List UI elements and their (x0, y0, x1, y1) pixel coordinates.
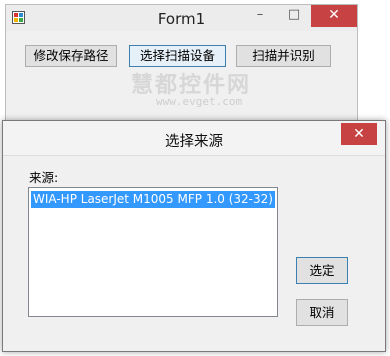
select-source-dialog: 选择来源 ✕ 来源: WIA-HP LaserJet M1005 MFP 1.0… (2, 120, 386, 352)
dialog-title: 选择来源 (165, 134, 223, 150)
select-scan-device-button[interactable]: 选择扫描设备 (129, 45, 226, 67)
dialog-titlebar[interactable]: 选择来源 ✕ (3, 121, 385, 156)
minimize-button[interactable]: – (245, 5, 275, 27)
source-label: 来源: (29, 170, 59, 185)
maximize-button[interactable]: □ (279, 5, 309, 27)
source-list-item[interactable]: WIA-HP LaserJet M1005 MFP 1.0 (32-32) (31, 191, 275, 208)
modify-save-path-button[interactable]: 修改保存路径 (25, 45, 117, 67)
dialog-close-button[interactable]: ✕ (341, 123, 377, 145)
scan-and-recognize-button[interactable]: 扫描并识别 (236, 45, 331, 67)
form1-titlebar[interactable]: Form1 – □ ✕ (6, 5, 357, 31)
form1-close-button[interactable]: ✕ (311, 5, 357, 27)
cancel-button[interactable]: 取消 (296, 299, 348, 326)
select-button[interactable]: 选定 (296, 257, 348, 284)
source-listbox[interactable]: WIA-HP LaserJet M1005 MFP 1.0 (32-32) (28, 187, 278, 317)
